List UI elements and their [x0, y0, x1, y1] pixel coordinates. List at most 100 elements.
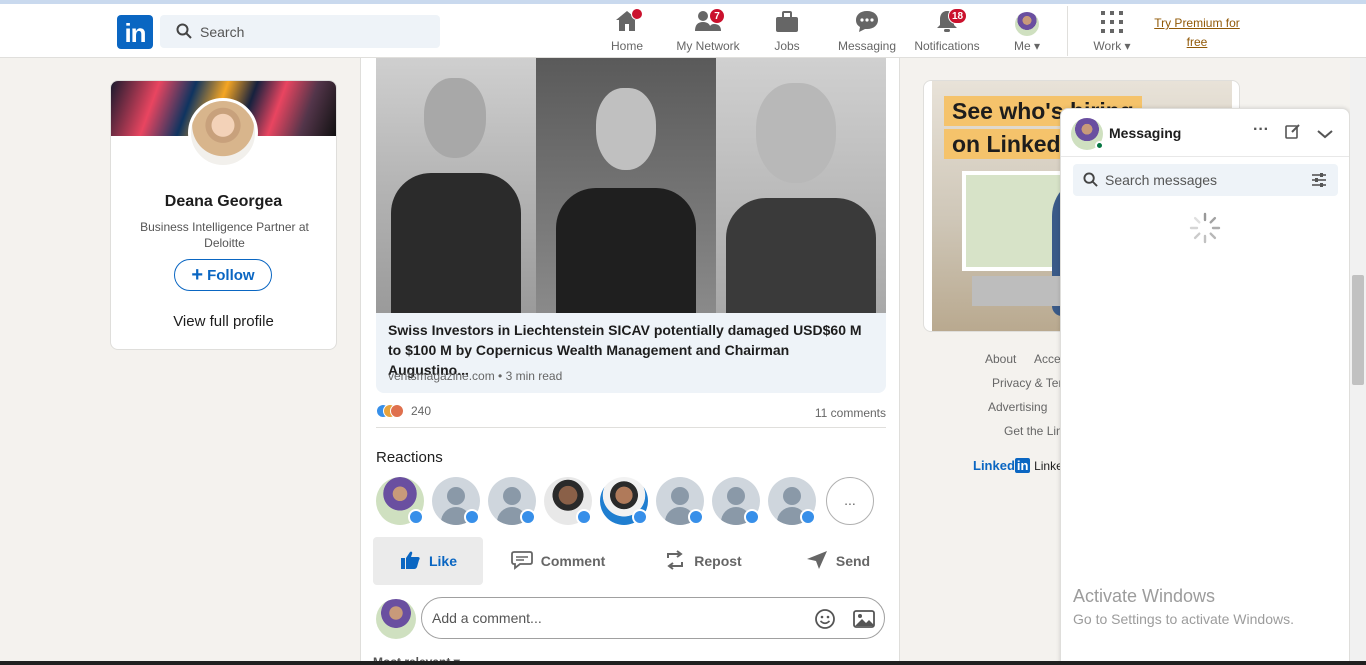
top-navigation: in Home 7 My Network Jobs Messaging 18 N… — [0, 0, 1366, 58]
nav-home[interactable]: Home — [604, 8, 650, 54]
page-scrollbar[interactable] — [1350, 58, 1366, 665]
nav-divider — [1067, 6, 1068, 56]
nav-home-label: Home — [610, 39, 643, 53]
like-icon — [800, 509, 816, 525]
messaging-search-input[interactable] — [1105, 164, 1305, 196]
reactors-list: ... — [376, 477, 886, 527]
nav-my-network-label: My Network — [676, 39, 740, 53]
taskbar-strip — [0, 661, 1366, 665]
reactions-heading: Reactions — [376, 449, 443, 466]
like-icon — [576, 509, 592, 525]
scrollbar-thumb[interactable] — [1352, 275, 1364, 385]
footer-advertising-link[interactable]: Advertising — [988, 400, 1047, 414]
comments-count[interactable]: 11 comments — [815, 406, 886, 420]
view-full-profile-link[interactable]: View full profile — [111, 313, 336, 330]
grid-icon — [1101, 11, 1123, 36]
like-icon — [408, 509, 424, 525]
profile-card: Deana Georgea Business Intelligence Part… — [110, 80, 337, 350]
like-icon — [632, 509, 648, 525]
post-actions: Like Comment Repost Send — [373, 537, 889, 585]
like-icon — [744, 509, 760, 525]
comment-button[interactable]: Comment — [503, 537, 613, 585]
search-icon — [1083, 172, 1098, 192]
more-options-icon[interactable]: ··· — [1253, 121, 1269, 139]
profile-headline: Business Intelligence Partner at Deloitt… — [140, 220, 309, 250]
activate-windows-watermark: Activate Windows Go to Settings to activ… — [1073, 586, 1294, 627]
try-premium-link[interactable]: Try Premium for free — [1150, 14, 1244, 52]
profile-name[interactable]: Deana Georgea — [111, 193, 336, 211]
comment-box[interactable] — [421, 597, 885, 639]
social-counts: 240 11 comments — [376, 402, 886, 428]
feed-post: Swiss Investors in Liechtenstein SICAV p… — [360, 58, 900, 665]
messaging-header[interactable]: Messaging ··· — [1061, 109, 1349, 157]
nav-me[interactable]: Me ▾ — [1007, 8, 1047, 54]
nav-messaging[interactable]: Messaging — [836, 8, 898, 54]
send-icon — [806, 550, 828, 573]
plus-icon: + — [191, 264, 204, 286]
messaging-panel: Messaging ··· — [1060, 108, 1350, 665]
briefcase-icon — [775, 11, 799, 36]
messaging-title: Messaging — [1109, 125, 1182, 141]
image-icon[interactable] — [853, 609, 875, 634]
caret-down-icon: ▾ — [1033, 39, 1041, 53]
repost-button[interactable]: Repost — [648, 537, 758, 585]
like-icon — [520, 509, 536, 525]
loading-spinner-icon — [1189, 212, 1221, 249]
activate-windows-title: Activate Windows — [1073, 586, 1216, 606]
photo-person-left — [376, 58, 536, 313]
love-reaction-icon — [390, 404, 404, 418]
comment-icon — [510, 550, 533, 573]
nav-work-label: Work ▾ — [1093, 39, 1131, 53]
photo-person-center — [536, 58, 716, 313]
comment-label: Comment — [540, 553, 606, 569]
send-button[interactable]: Send — [783, 537, 893, 585]
reaction-summary[interactable]: 240 — [376, 404, 431, 418]
nav-jobs-label: Jobs — [774, 39, 800, 53]
linkedin-logo[interactable]: in — [117, 15, 153, 49]
footer-about-link[interactable]: About — [985, 352, 1016, 366]
nav-notifications[interactable]: 18 Notifications — [911, 8, 983, 54]
nav-work[interactable]: Work ▾ — [1088, 8, 1136, 54]
reaction-count: 240 — [411, 404, 432, 418]
home-notification-dot — [631, 8, 643, 20]
messaging-search[interactable] — [1073, 164, 1338, 196]
nav-my-network[interactable]: 7 My Network — [672, 8, 744, 54]
emoji-icon[interactable] — [814, 608, 836, 635]
notifications-badge: 18 — [948, 8, 968, 24]
filter-icon[interactable] — [1311, 172, 1327, 193]
photo-person-right — [716, 58, 886, 313]
caret-down-icon: ▾ — [1124, 39, 1131, 53]
profile-avatar[interactable] — [188, 98, 258, 168]
chevron-down-icon[interactable] — [1317, 126, 1333, 144]
comment-composer — [376, 597, 886, 641]
nav-me-label: Me ▾ — [1013, 39, 1041, 53]
thumbs-up-icon — [399, 550, 421, 573]
window-top-strip — [0, 0, 1366, 4]
compose-icon[interactable] — [1285, 123, 1301, 144]
search-icon — [176, 23, 192, 44]
like-icon — [688, 509, 704, 525]
like-icon — [464, 509, 480, 525]
online-status-dot — [1095, 141, 1104, 150]
network-badge: 7 — [709, 8, 725, 24]
comment-input[interactable] — [432, 598, 802, 638]
nav-messaging-label: Messaging — [837, 39, 897, 53]
nav-notifications-label: Notifications — [914, 39, 980, 53]
me-avatar — [1015, 12, 1039, 36]
article-preview[interactable]: Swiss Investors in Liechtenstein SICAV p… — [376, 58, 886, 393]
commenter-avatar[interactable] — [376, 599, 416, 639]
repost-icon — [664, 549, 686, 574]
nav-jobs[interactable]: Jobs — [768, 8, 806, 54]
activate-windows-subtitle: Go to Settings to activate Windows. — [1073, 611, 1294, 627]
chat-icon — [854, 9, 880, 36]
article-meta: ventsmagazine.com • 3 min read — [388, 369, 563, 383]
repost-label: Repost — [694, 553, 742, 569]
search-bar[interactable] — [160, 15, 440, 48]
search-input[interactable] — [200, 15, 430, 48]
follow-button[interactable]: + Follow — [174, 259, 272, 291]
more-reactors-button[interactable]: ... — [826, 477, 874, 525]
follow-label: Follow — [207, 266, 255, 284]
like-label: Like — [428, 553, 457, 569]
send-label: Send — [835, 553, 871, 569]
like-button[interactable]: Like — [373, 537, 483, 585]
